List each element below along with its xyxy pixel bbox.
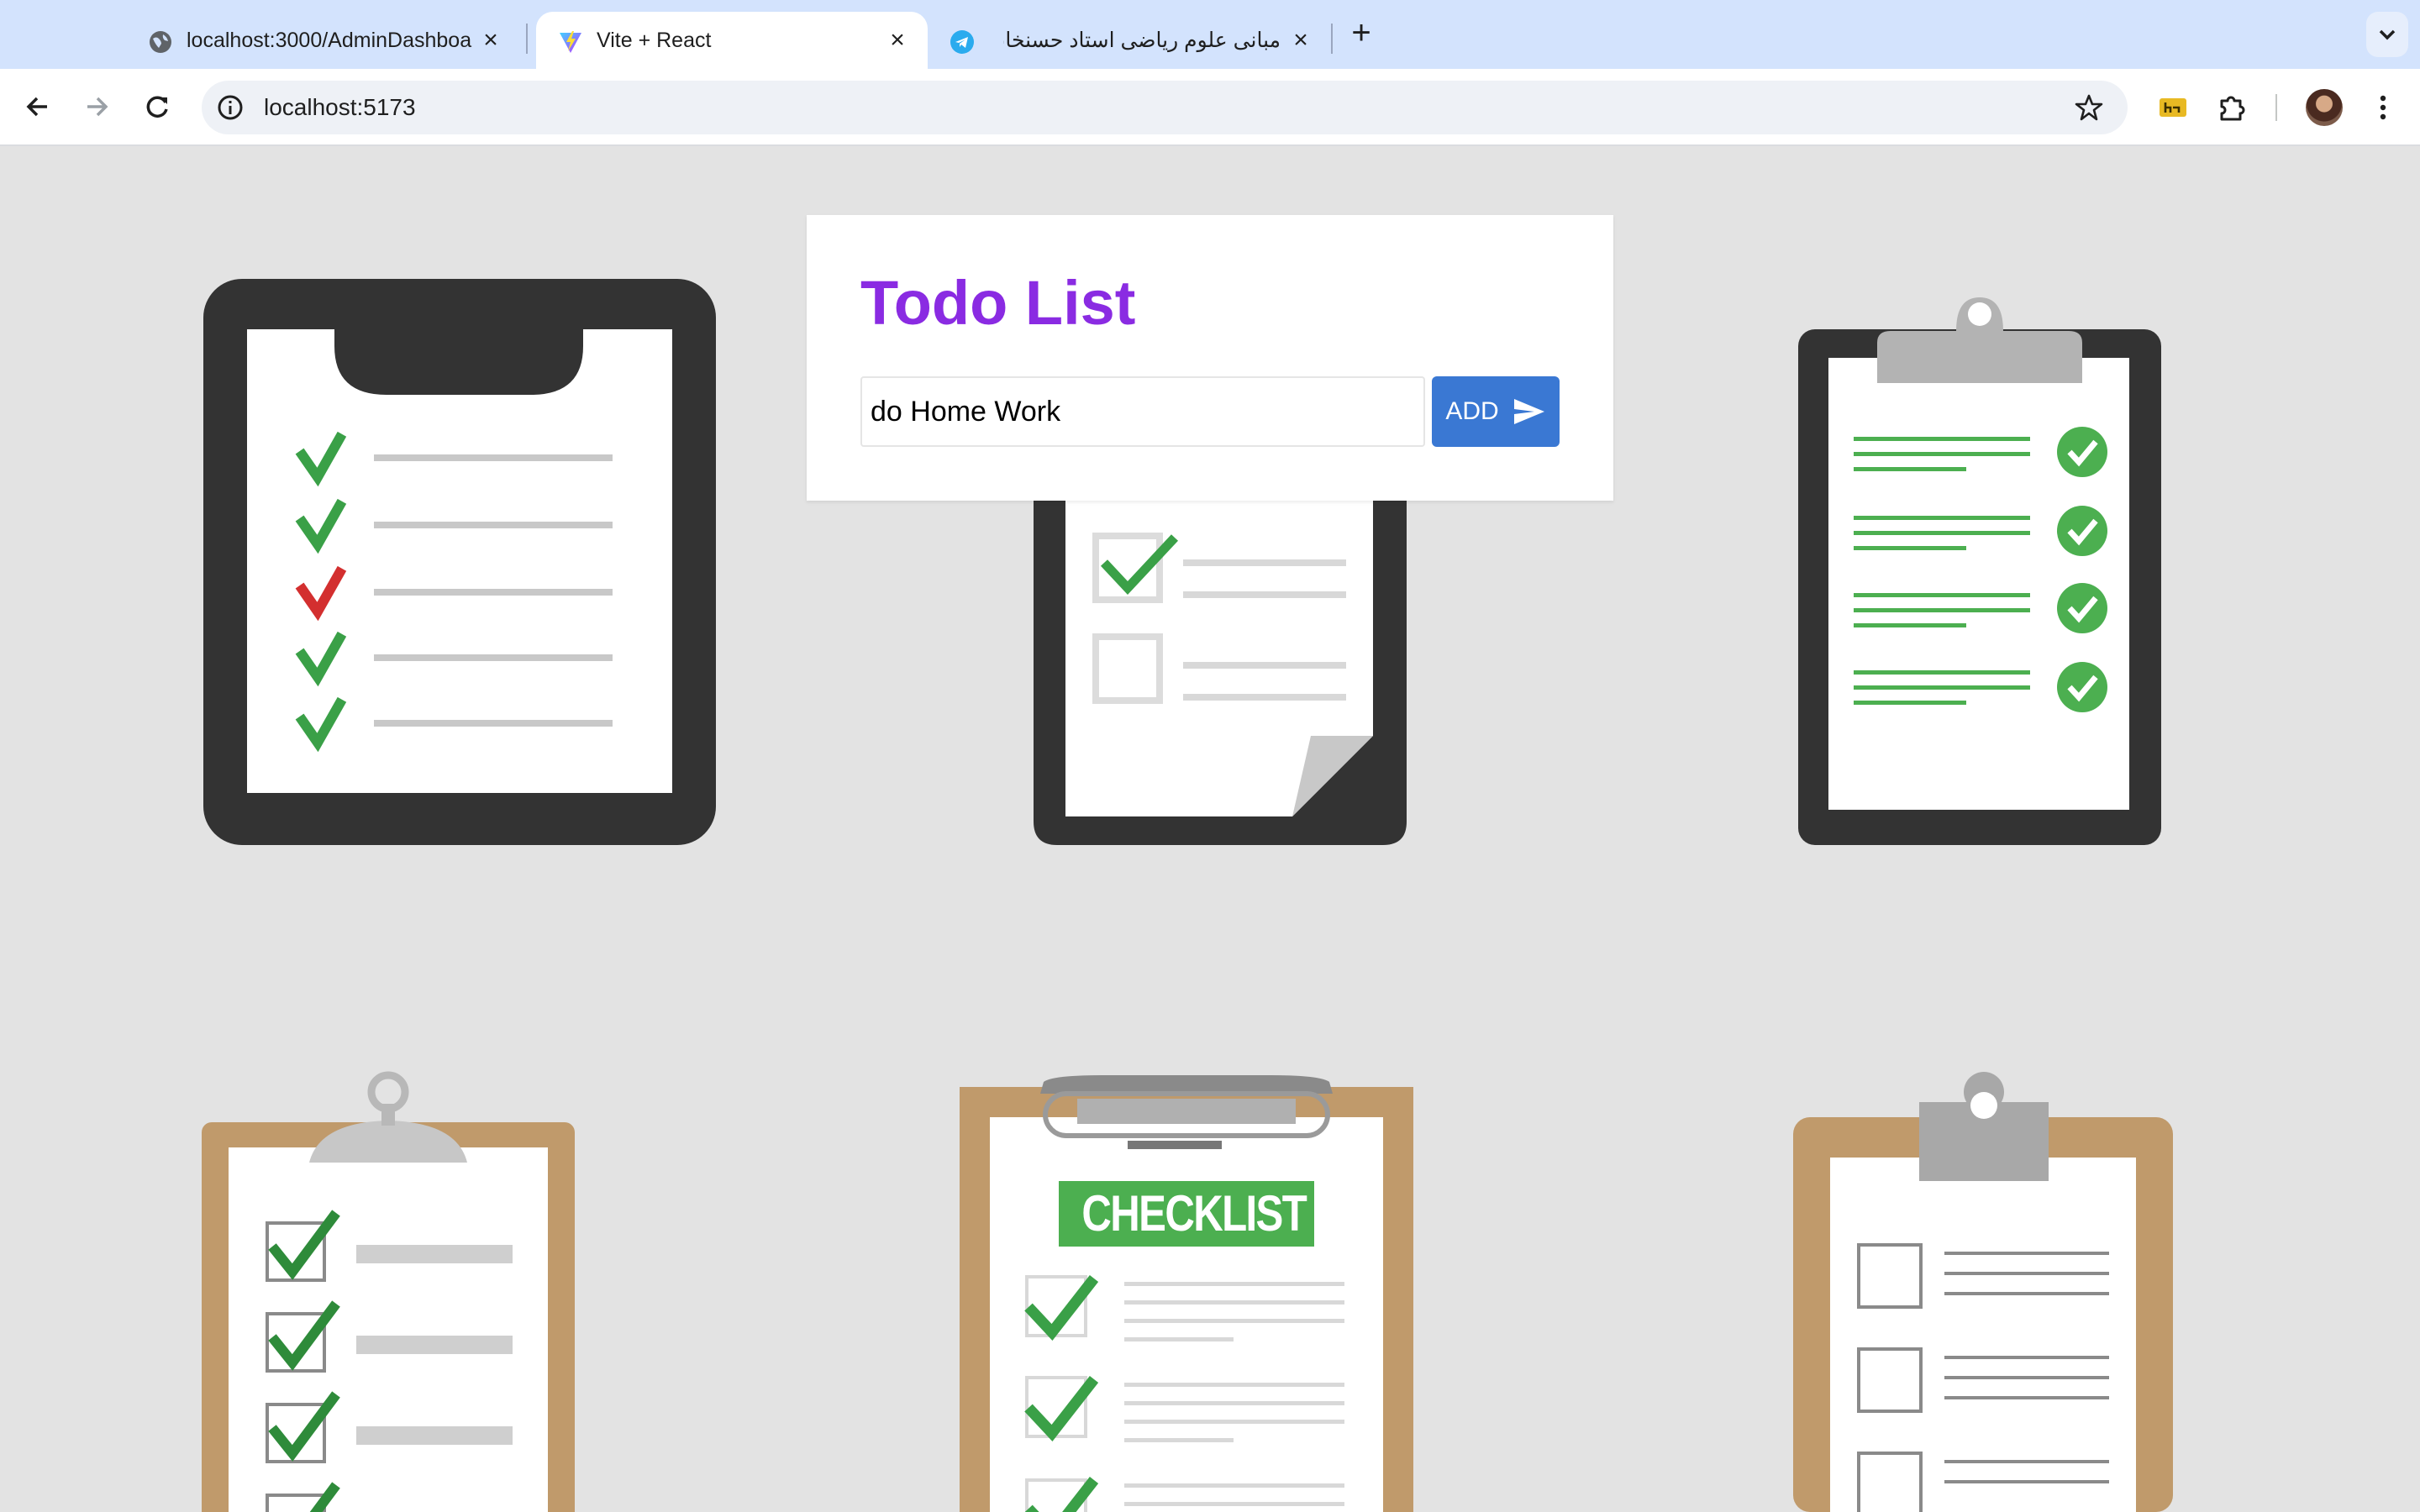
back-arrow-icon[interactable] bbox=[18, 87, 57, 126]
forward-arrow-icon[interactable] bbox=[77, 87, 116, 126]
close-icon[interactable]: × bbox=[886, 28, 909, 53]
new-tab-icon[interactable]: + bbox=[1344, 16, 1378, 50]
star-icon[interactable] bbox=[2074, 92, 2104, 123]
reload-icon[interactable] bbox=[138, 87, 176, 126]
tab-separator bbox=[526, 24, 528, 54]
extension-badge-icon[interactable] bbox=[2156, 91, 2190, 124]
send-icon bbox=[1513, 399, 1544, 424]
tab-title: Vite + React bbox=[597, 29, 712, 52]
tab-search-button[interactable] bbox=[2366, 12, 2408, 57]
clipboard-empty-boxes-image bbox=[1793, 1072, 2173, 1512]
todo-card: Todo List ADD bbox=[807, 215, 1613, 501]
tab-strip: localhost:3000/AdminDashboard × Vite + R… bbox=[0, 0, 2420, 69]
vite-icon bbox=[560, 31, 581, 53]
page-viewport: CHECKLIST Todo List ADD bbox=[0, 146, 2420, 1512]
clipboard-dark-checks-image bbox=[203, 279, 716, 845]
browser-toolbar: localhost:5173 bbox=[0, 69, 2420, 146]
clipboard-checklist-image bbox=[960, 1075, 1413, 1512]
tab-title: مبانی علوم ریاضی استاد حسنخانی bbox=[1003, 29, 1281, 52]
tab-telegram[interactable]: مبانی علوم ریاضی استاد حسنخانی × bbox=[928, 12, 1331, 69]
tab-separator bbox=[1331, 24, 1333, 54]
url-text: localhost:5173 bbox=[264, 94, 416, 120]
close-icon[interactable]: × bbox=[1289, 28, 1313, 53]
close-icon[interactable]: × bbox=[479, 28, 502, 53]
add-button-label: ADD bbox=[1445, 397, 1499, 425]
tab-admin-dashboard[interactable]: localhost:3000/AdminDashboard × bbox=[126, 12, 521, 69]
puzzle-icon[interactable] bbox=[2215, 91, 2249, 124]
add-button[interactable]: ADD bbox=[1432, 376, 1560, 447]
address-bar[interactable]: localhost:5173 bbox=[202, 81, 2128, 134]
clipboard-dark-paper-image bbox=[1034, 499, 1407, 845]
telegram-icon bbox=[950, 30, 974, 54]
kebab-menu-icon[interactable] bbox=[2366, 91, 2400, 124]
clipboard-circled-checks-image bbox=[1798, 297, 2161, 845]
chevron-down-icon bbox=[2379, 29, 2396, 40]
page-title: Todo List bbox=[860, 268, 1136, 338]
avatar[interactable] bbox=[2306, 89, 2343, 126]
toolbar-divider bbox=[2275, 94, 2277, 121]
todo-input[interactable] bbox=[860, 376, 1425, 447]
tab-vite-react[interactable]: Vite + React × bbox=[536, 12, 928, 69]
clipboard-brown-checks-image bbox=[202, 1071, 575, 1512]
globe-icon bbox=[150, 31, 171, 53]
info-icon[interactable] bbox=[217, 94, 244, 121]
tab-title: localhost:3000/AdminDashboard bbox=[187, 29, 472, 52]
checklist-banner-text: CHECKLIST bbox=[1081, 1185, 1307, 1242]
